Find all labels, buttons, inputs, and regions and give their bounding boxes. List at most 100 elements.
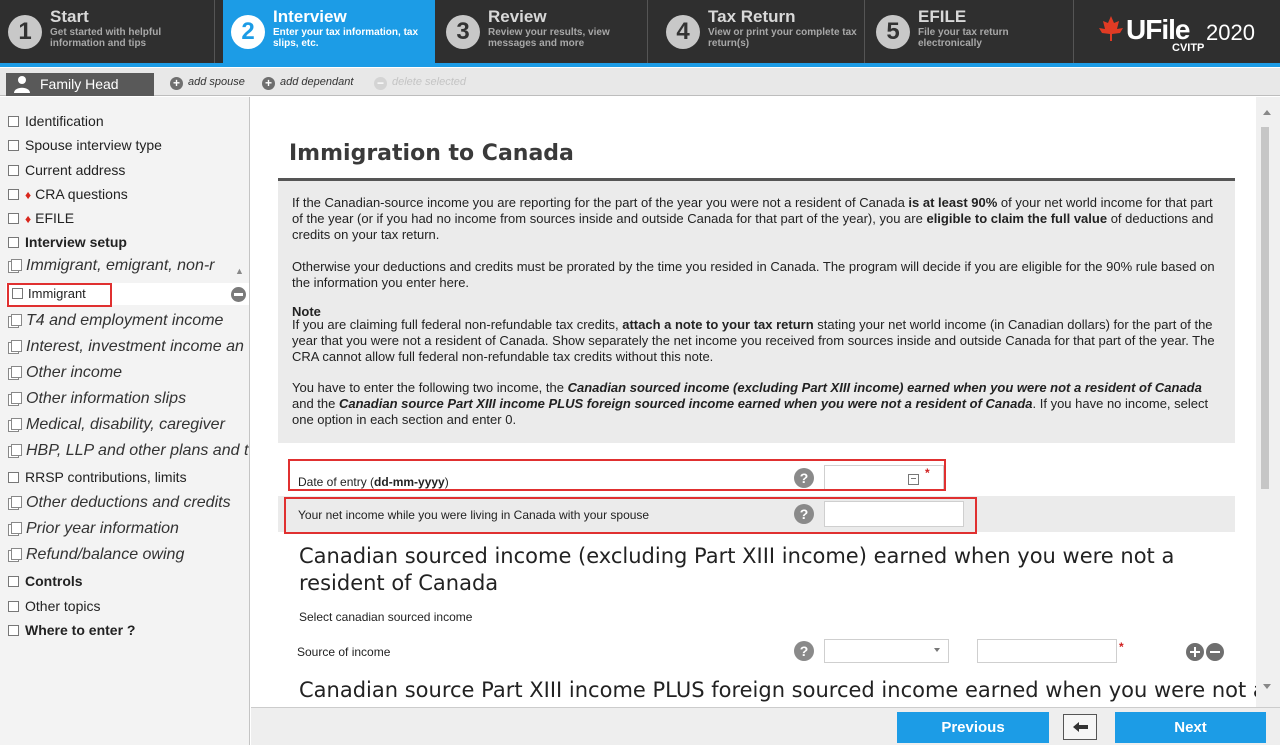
nav-efile[interactable]: ♦ EFILE [8, 210, 74, 226]
footer-bar: Previous Next [251, 707, 1280, 745]
vertical-scrollbar[interactable] [1256, 97, 1280, 707]
step-number: 2 [231, 15, 265, 49]
step-subtitle: Get started with helpful information and… [50, 27, 162, 49]
ufile-logo: UFile 2020 CVITP [1096, 14, 1266, 54]
nav-refund-balance[interactable]: Refund/balance owing [8, 546, 184, 564]
family-head-tab[interactable]: Family Head [6, 73, 154, 96]
source-of-income-label: Source of income [297, 645, 391, 659]
nav-t4-employment[interactable]: T4 and employment income [8, 312, 223, 330]
maple-leaf-icon [1099, 16, 1123, 41]
add-spouse-label: add spouse [188, 76, 245, 88]
nav-label: Current address [25, 162, 126, 178]
nav-hbp-llp[interactable]: HBP, LLP and other plans and t [8, 442, 248, 460]
nav-other-slips[interactable]: Other information slips [8, 390, 186, 408]
delete-selected-button[interactable]: − delete selected [374, 76, 466, 90]
nav-label: Where to enter ? [25, 622, 136, 638]
step-divider [214, 0, 215, 63]
nav-label: Other information slips [26, 390, 187, 407]
checkbox-icon [8, 213, 19, 224]
text-run: If you are claiming full federal non-ref… [292, 317, 623, 332]
nav-immigrant-section[interactable]: Immigrant, emigrant, non-r [8, 257, 215, 275]
collapse-up-icon[interactable]: ▲ [235, 266, 244, 276]
back-button[interactable] [1063, 714, 1097, 740]
scroll-down-icon[interactable] [1263, 684, 1271, 689]
pages-icon [8, 548, 22, 562]
help-icon[interactable]: ? [794, 641, 814, 661]
nav-identification[interactable]: Identification [8, 113, 104, 129]
accent-strip [0, 63, 1280, 67]
logo-year: 2020 [1206, 20, 1255, 45]
nav-label: EFILE [35, 210, 75, 226]
pages-icon [8, 366, 22, 380]
nav-label: Medical, disability, caregiver [26, 416, 225, 433]
nav-other-topics[interactable]: Other topics [8, 598, 100, 614]
info-paragraph-1: If the Canadian-source income you are re… [292, 195, 1222, 243]
section-heading: Canadian source Part XIII income PLUS fo… [299, 678, 1256, 702]
step-title: Review [488, 7, 547, 26]
info-paragraph-4: You have to enter the following two inco… [292, 380, 1222, 428]
nav-where-to-enter[interactable]: Where to enter ? [8, 622, 135, 638]
highlight-box [7, 283, 112, 307]
source-amount-input[interactable] [977, 639, 1117, 663]
step-divider [1073, 0, 1074, 63]
pages-icon [8, 259, 22, 273]
step-divider [864, 0, 865, 63]
text-run: You have to enter the following two inco… [292, 380, 568, 395]
checkbox-icon [8, 237, 19, 248]
scroll-thumb[interactable] [1261, 127, 1269, 489]
arrow-left-icon [1073, 722, 1088, 732]
remove-icon[interactable] [231, 287, 246, 302]
nav-other-income[interactable]: Other income [8, 364, 122, 382]
main-content: Immigration to Canada If the Canadian-so… [251, 97, 1256, 707]
previous-button[interactable]: Previous [897, 712, 1049, 743]
add-spouse-button[interactable]: + add spouse [170, 76, 245, 90]
nav-label: Other deductions and credits [26, 494, 231, 511]
scroll-up-icon[interactable] [1263, 110, 1271, 115]
nav-label: CRA questions [35, 186, 128, 202]
chevron-down-icon [934, 648, 940, 652]
add-icon: + [262, 77, 275, 90]
step-interview[interactable]: 2 Interview Enter your tax information, … [223, 0, 435, 63]
step-subtitle: Enter your tax information, tax slips, e… [273, 27, 419, 49]
pages-icon [8, 522, 22, 536]
step-subtitle: View or print your complete tax return(s… [708, 27, 857, 49]
remove-row-button[interactable] [1206, 643, 1224, 661]
nav-label: Spouse interview type [25, 137, 162, 153]
step-review[interactable]: 3 Review Review your results, view messa… [438, 0, 648, 63]
next-button[interactable]: Next [1115, 712, 1266, 743]
nav-label: Interview setup [25, 234, 127, 250]
source-of-income-select[interactable] [824, 639, 949, 663]
logo-subtitle: CVITP [1172, 42, 1205, 54]
nav-medical[interactable]: Medical, disability, caregiver [8, 416, 225, 434]
add-dependant-button[interactable]: + add dependant [262, 76, 353, 90]
pages-icon [8, 496, 22, 510]
nav-cra-questions[interactable]: ♦ CRA questions [8, 186, 128, 202]
interview-navigation: Identification Spouse interview type Cur… [0, 97, 250, 745]
add-dependant-label: add dependant [280, 76, 354, 88]
nav-label: T4 and employment income [26, 312, 224, 329]
text-run-bold: is at least 90% [908, 195, 998, 210]
text-run-bold-italic: Canadian source Part XIII income PLUS fo… [339, 396, 1033, 411]
nav-interest-investment[interactable]: Interest, investment income an [8, 338, 244, 356]
nav-rrsp[interactable]: RRSP contributions, limits [8, 469, 187, 485]
step-start[interactable]: 1 Start Get started with helpful informa… [0, 0, 214, 63]
nav-interview-setup[interactable]: Interview setup [8, 234, 127, 250]
nav-current-address[interactable]: Current address [8, 162, 125, 178]
nav-label: Identification [25, 113, 104, 129]
nav-other-deductions[interactable]: Other deductions and credits [8, 494, 231, 512]
checkbox-icon [8, 576, 19, 587]
person-icon [14, 76, 30, 93]
step-title: Start [50, 7, 89, 26]
step-divider [647, 0, 648, 63]
highlight-box [284, 497, 977, 534]
step-efile[interactable]: 5 EFILE File your tax return electronica… [868, 0, 1073, 63]
nav-prior-year[interactable]: Prior year information [8, 520, 179, 538]
add-row-button[interactable] [1186, 643, 1204, 661]
step-tax-return[interactable]: 4 Tax Return View or print your complete… [658, 0, 863, 63]
text-run-bold: attach a note to your tax return [622, 317, 814, 332]
nav-spouse-interview-type[interactable]: Spouse interview type [8, 137, 162, 153]
step-number: 5 [876, 15, 910, 49]
nav-label: Controls [25, 573, 83, 589]
step-number: 1 [8, 15, 42, 49]
nav-controls[interactable]: Controls [8, 573, 83, 589]
